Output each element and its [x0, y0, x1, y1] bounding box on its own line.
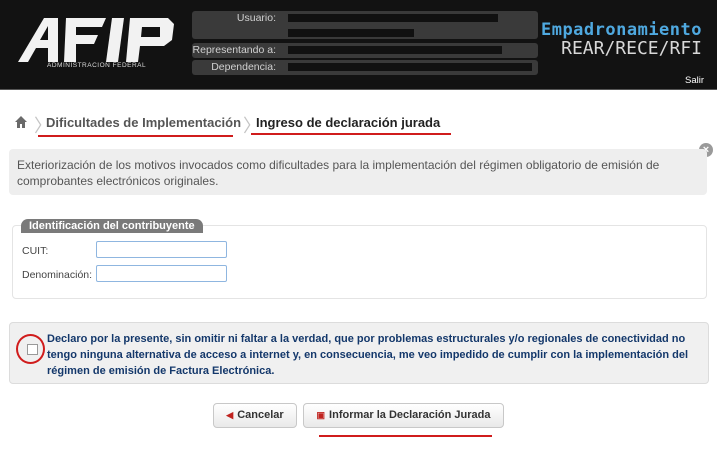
annotation-underline [251, 133, 451, 135]
app-title: Empadronamiento [540, 20, 702, 40]
back-arrow-icon: ◀ [226, 410, 234, 421]
home-icon[interactable] [14, 115, 28, 129]
annotation-underline [319, 435, 492, 437]
represented-label: Representando a: [192, 44, 276, 56]
breadcrumb-item-dificultades[interactable]: Dificultades de Implementación [46, 115, 241, 130]
represented-row: Representando a: [192, 43, 538, 58]
user-label: Usuario: [236, 12, 276, 24]
info-box: Exteriorización de los motivos invocados… [9, 149, 707, 195]
info-text: Exteriorización de los motivos invocados… [17, 158, 660, 188]
submit-button-label: Informar la Declaración Jurada [329, 409, 491, 422]
denominacion-label: Denominación: [22, 269, 93, 281]
declaration-box: Declaro por la presente, sin omitir ni f… [9, 322, 709, 384]
user-row: Usuario: [192, 11, 538, 39]
header-divider [0, 89, 717, 90]
redacted-bar [288, 46, 502, 54]
redacted-bar [288, 14, 498, 22]
logout-link[interactable]: Salir [685, 75, 704, 86]
logo-subtitle: ADMINISTRACION FEDERAL [47, 62, 147, 69]
redacted-bar [288, 29, 414, 37]
user-info-panel: Usuario: Representando a: Dependencia: [192, 11, 538, 75]
denominacion-input[interactable] [96, 265, 227, 282]
cancel-button-label: Cancelar [237, 409, 284, 422]
save-icon: ▣ [316, 410, 326, 421]
breadcrumb-item-current: Ingreso de declaración jurada [256, 115, 441, 130]
cuit-input[interactable] [96, 241, 227, 258]
identification-title: Identificación del contribuyente [21, 219, 203, 233]
submit-declaration-button[interactable]: ▣ Informar la Declaración Jurada [303, 403, 504, 428]
app-header: ADMINISTRACION FEDERAL Usuario: Represen… [0, 0, 717, 90]
redacted-bar [288, 63, 532, 71]
dependency-row: Dependencia: [192, 60, 538, 75]
cuit-label: CUIT: [22, 245, 49, 257]
declaration-text: Declaro por la presente, sin omitir ni f… [47, 333, 689, 377]
annotation-circle [16, 334, 45, 364]
cancel-button[interactable]: ◀ Cancelar [213, 403, 297, 428]
dependency-label: Dependencia: [211, 61, 276, 73]
identification-panel [12, 225, 707, 299]
app-subtitle: REAR/RECE/RFI [561, 38, 702, 59]
annotation-underline [38, 135, 233, 137]
